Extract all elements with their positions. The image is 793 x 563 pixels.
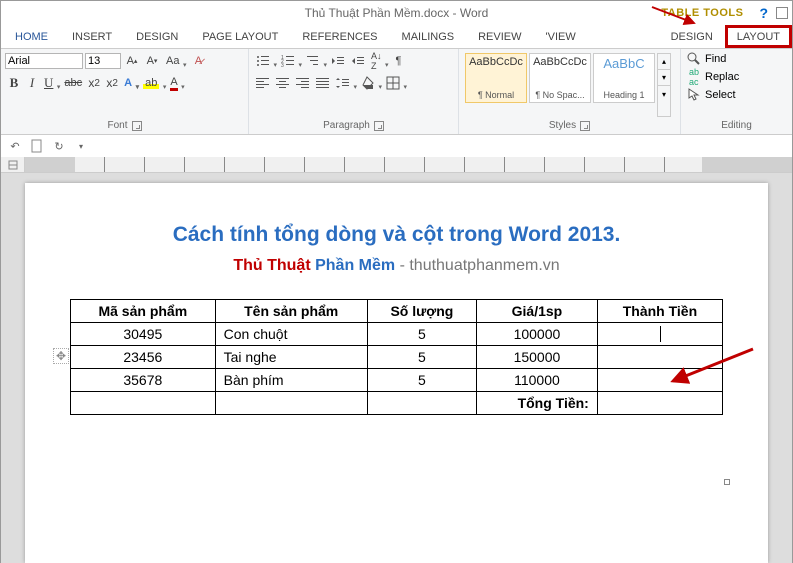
justify-button[interactable]: [313, 73, 333, 93]
find-button[interactable]: Find: [685, 51, 788, 67]
group-paragraph: 123 A↓Z ¶ Paragraph: [249, 49, 459, 134]
title-bar: Thủ Thuật Phần Mềm.docx - Word TABLE TOO…: [1, 1, 792, 25]
numbering-button[interactable]: 123: [278, 51, 303, 71]
table-tools-label: TABLE TOOLS: [653, 5, 751, 21]
shrink-font-button[interactable]: A▾: [143, 51, 161, 71]
paragraph-launcher-icon[interactable]: [374, 121, 384, 131]
styles-group-label: Styles: [549, 120, 576, 131]
th-ma[interactable]: Mã sản phẩm: [71, 300, 216, 323]
tab-design[interactable]: DESIGN: [124, 25, 190, 48]
th-gia[interactable]: Giá/1sp: [477, 300, 598, 323]
tab-table-design[interactable]: DESIGN: [659, 25, 725, 48]
table-row: 35678 Bàn phím 5 110000: [71, 369, 723, 392]
table-move-handle-icon[interactable]: ✥: [53, 348, 69, 364]
multilevel-list-button[interactable]: [303, 51, 328, 71]
table-row: 30495 Con chuột 5 100000: [71, 323, 723, 346]
undo-button[interactable]: ↶: [7, 138, 23, 154]
tab-table-layout[interactable]: LAYOUT: [725, 25, 792, 48]
ribbon-tabs: HOME INSERT DESIGN PAGE LAYOUT REFERENCE…: [1, 25, 792, 49]
editing-group-label: Editing: [721, 120, 752, 131]
highlight-button[interactable]: ab: [140, 73, 167, 93]
select-button[interactable]: Select: [685, 87, 788, 103]
line-spacing-button[interactable]: [333, 73, 358, 93]
shading-button[interactable]: [358, 73, 383, 93]
page[interactable]: Cách tính tổng dòng và cột trong Word 20…: [25, 183, 768, 563]
replace-button[interactable]: abac Replac: [685, 69, 788, 85]
replace-icon: abac: [687, 70, 701, 84]
font-color-button[interactable]: A: [167, 73, 185, 93]
font-name-select[interactable]: [5, 53, 83, 69]
underline-button[interactable]: U: [41, 73, 61, 93]
style-heading-1[interactable]: AaBbC Heading 1: [593, 53, 655, 103]
font-size-select[interactable]: [85, 53, 121, 69]
new-doc-button[interactable]: [29, 138, 45, 154]
help-icon[interactable]: ?: [759, 5, 768, 21]
horizontal-ruler[interactable]: [25, 157, 792, 172]
sort-button[interactable]: A↓Z: [368, 51, 390, 71]
style-no-spacing[interactable]: AaBbCcDc ¶ No Spac...: [529, 53, 591, 103]
styles-scroll: ▴ ▾ ▾: [657, 53, 671, 117]
find-icon: [687, 52, 701, 66]
increase-indent-button[interactable]: [348, 51, 368, 71]
align-right-button[interactable]: [293, 73, 313, 93]
italic-button[interactable]: I: [23, 73, 41, 93]
styles-launcher-icon[interactable]: [580, 121, 590, 131]
table-resize-handle-icon[interactable]: [724, 479, 730, 485]
doc-heading: Cách tính tổng dòng và cột trong Word 20…: [70, 223, 723, 247]
th-ten[interactable]: Tên sản phẩm: [215, 300, 367, 323]
subscript-button[interactable]: x2: [85, 73, 103, 93]
styles-scroll-up[interactable]: ▴: [658, 54, 670, 70]
ruler-corner[interactable]: [1, 157, 25, 172]
style-normal[interactable]: AaBbCcDc ¶ Normal: [465, 53, 527, 103]
group-font: A▴ A▾ Aa A̷ B I U abc x2 x2 A ab A Font: [1, 49, 249, 134]
tab-review[interactable]: REVIEW: [466, 25, 533, 48]
redo-button[interactable]: ↻: [51, 138, 67, 154]
ribbon: A▴ A▾ Aa A̷ B I U abc x2 x2 A ab A Font: [1, 49, 792, 135]
styles-expand[interactable]: ▾: [658, 86, 670, 102]
qat-customize-button[interactable]: ▾: [73, 138, 89, 154]
group-editing: Find abac Replac Select Editing: [681, 49, 792, 134]
styles-scroll-down[interactable]: ▾: [658, 70, 670, 86]
paragraph-group-label: Paragraph: [323, 120, 370, 131]
active-cell[interactable]: [597, 323, 722, 346]
font-group-label: Font: [107, 120, 127, 131]
tab-view[interactable]: 'VIEW: [534, 25, 588, 48]
document-area: Cách tính tổng dòng và cột trong Word 20…: [1, 173, 792, 563]
borders-button[interactable]: [383, 73, 408, 93]
text-effects-button[interactable]: A: [121, 73, 140, 93]
align-center-button[interactable]: [273, 73, 293, 93]
doc-subheading: Thủ Thuật Phần Mềm - thuthuatphanmem.vn: [70, 257, 723, 275]
show-marks-button[interactable]: ¶: [390, 51, 408, 71]
strikethrough-button[interactable]: abc: [61, 73, 85, 93]
th-tien[interactable]: Thành Tiền: [597, 300, 722, 323]
group-styles: AaBbCcDc ¶ Normal AaBbCcDc ¶ No Spac... …: [459, 49, 681, 134]
restore-window-icon[interactable]: [776, 7, 788, 19]
table-row: 23456 Tai nghe 5 150000: [71, 346, 723, 369]
table-header-row: Mã sản phẩm Tên sản phẩm Số lượng Giá/1s…: [71, 300, 723, 323]
table-total-row: Tổng Tiền:: [71, 392, 723, 415]
clear-formatting-button[interactable]: A̷: [189, 51, 207, 71]
superscript-button[interactable]: x2: [103, 73, 121, 93]
grow-font-button[interactable]: A▴: [123, 51, 141, 71]
th-sl[interactable]: Số lượng: [367, 300, 476, 323]
select-icon: [687, 88, 701, 102]
bold-button[interactable]: B: [5, 73, 23, 93]
tab-mailings[interactable]: MAILINGS: [390, 25, 467, 48]
change-case-button[interactable]: Aa: [163, 51, 187, 71]
font-launcher-icon[interactable]: [132, 121, 142, 131]
quick-access-toolbar: ↶ ↻ ▾: [1, 135, 792, 157]
product-table[interactable]: Mã sản phẩm Tên sản phẩm Số lượng Giá/1s…: [70, 299, 723, 415]
decrease-indent-button[interactable]: [328, 51, 348, 71]
tab-page-layout[interactable]: PAGE LAYOUT: [190, 25, 290, 48]
align-left-button[interactable]: [253, 73, 273, 93]
tab-references[interactable]: REFERENCES: [290, 25, 389, 48]
window-title: Thủ Thuật Phần Mềm.docx - Word: [305, 6, 489, 20]
bullets-button[interactable]: [253, 51, 278, 71]
ruler-row: [1, 157, 792, 173]
svg-text:3: 3: [281, 63, 284, 68]
tab-home[interactable]: HOME: [3, 25, 60, 48]
tab-insert[interactable]: INSERT: [60, 25, 124, 48]
